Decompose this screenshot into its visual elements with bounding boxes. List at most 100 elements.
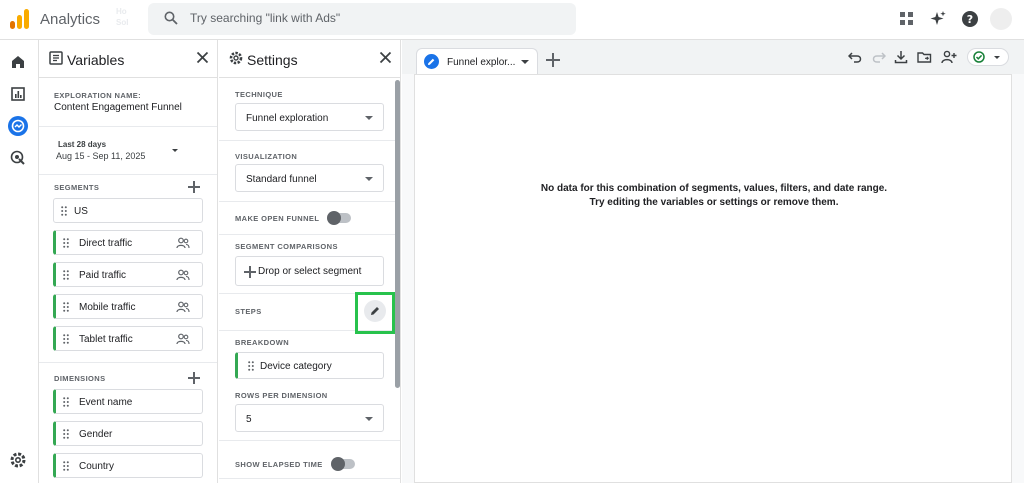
home-icon[interactable] — [8, 52, 28, 72]
segment-chip-direct-traffic[interactable]: Direct traffic — [53, 230, 203, 255]
date-range-label[interactable]: Last 28 days — [58, 140, 106, 149]
share-user-icon[interactable] — [941, 50, 957, 64]
breakdown-value: Device category — [260, 361, 332, 372]
user-segment-icon — [176, 333, 190, 345]
date-range-caret-icon[interactable] — [172, 149, 178, 152]
visualization-value: Standard funnel — [246, 174, 317, 185]
redo-icon[interactable] — [872, 50, 886, 64]
add-dimension-icon[interactable] — [188, 372, 200, 384]
chevron-down-icon — [365, 417, 373, 421]
technique-select[interactable]: Funnel exploration — [235, 103, 384, 131]
variables-header: Variables — [39, 40, 217, 78]
tab-funnel-exploration[interactable]: Funnel explor... — [416, 48, 538, 74]
user-segment-icon — [176, 269, 190, 281]
segment-chip-paid-traffic[interactable]: Paid traffic — [53, 262, 203, 287]
chevron-down-icon — [365, 116, 373, 120]
drag-handle-icon[interactable] — [63, 429, 69, 439]
chevron-down-icon — [994, 56, 1000, 59]
visualization-label: VISUALIZATION — [235, 152, 298, 161]
segment-chip-mobile-traffic[interactable]: Mobile traffic — [53, 294, 203, 319]
drag-handle-icon[interactable] — [63, 270, 69, 280]
tab-label: Funnel explor... — [447, 57, 516, 68]
variables-title: Variables — [67, 52, 125, 68]
add-segment-icon[interactable] — [188, 181, 200, 193]
advertising-icon[interactable] — [8, 148, 28, 168]
segment-chip-us[interactable]: US — [53, 198, 203, 223]
add-icon — [244, 266, 256, 278]
rows-per-dimension-select[interactable]: 5 — [235, 404, 384, 432]
analytics-logo-icon[interactable] — [10, 9, 30, 29]
open-funnel-toggle[interactable] — [327, 211, 351, 225]
status-check-icon — [973, 51, 985, 63]
search-icon — [164, 11, 178, 25]
steps-label: STEPS — [235, 307, 262, 316]
user-segment-icon — [176, 301, 190, 313]
dimensions-label: DIMENSIONS — [54, 374, 106, 383]
add-tab-icon[interactable] — [546, 53, 560, 67]
sparkle-icon[interactable] — [929, 10, 947, 28]
drag-handle-icon[interactable] — [61, 206, 67, 216]
settings-gear-icon — [229, 51, 243, 65]
exploration-canvas[interactable]: No data for this combination of segments… — [414, 74, 1012, 483]
segment-label: Tablet traffic — [79, 334, 133, 345]
close-variables-icon[interactable] — [196, 51, 209, 64]
apps-grid-icon[interactable] — [898, 10, 916, 28]
move-folder-icon[interactable] — [917, 50, 932, 64]
drag-handle-icon[interactable] — [63, 334, 69, 344]
tab-bar: Funnel explor... — [402, 40, 1024, 74]
show-elapsed-time-toggle[interactable] — [331, 457, 355, 471]
settings-scrollbar[interactable] — [395, 80, 400, 388]
drag-handle-icon[interactable] — [63, 302, 69, 312]
close-settings-icon[interactable] — [379, 51, 392, 64]
settings-title: Settings — [247, 52, 298, 68]
visualization-select[interactable]: Standard funnel — [235, 164, 384, 192]
segment-label: US — [74, 206, 88, 217]
undo-icon[interactable] — [848, 50, 862, 64]
status-check-button[interactable] — [967, 48, 1009, 66]
dimension-label: Event name — [79, 397, 133, 408]
download-icon[interactable] — [894, 50, 908, 64]
date-range-value[interactable]: Aug 15 - Sep 11, 2025 — [56, 151, 145, 161]
dimension-chip-gender[interactable]: Gender — [53, 421, 203, 446]
exploration-name-field[interactable]: Content Engagement Funnel — [54, 102, 182, 113]
app-title[interactable]: Analytics — [40, 11, 100, 28]
breakdown-label: BREAKDOWN — [235, 338, 290, 347]
variables-panel: Variables EXPLORATION NAME: Content Enga… — [38, 40, 218, 483]
variables-icon — [49, 51, 63, 65]
drag-handle-icon[interactable] — [248, 361, 254, 371]
chevron-down-icon — [365, 177, 373, 181]
svg-text:?: ? — [967, 13, 973, 26]
reports-icon[interactable] — [8, 84, 28, 104]
segment-drop-zone[interactable]: Drop or select segment — [235, 256, 384, 286]
dimension-label: Country — [79, 461, 115, 472]
dimension-chip-event-name[interactable]: Event name — [53, 389, 203, 414]
segment-chip-tablet-traffic[interactable]: Tablet traffic — [53, 326, 203, 351]
segments-label: SEGMENTS — [54, 183, 100, 192]
show-elapsed-time-label: SHOW ELAPSED TIME — [235, 460, 323, 469]
help-icon[interactable]: ? — [961, 10, 979, 28]
exploration-name-label: EXPLORATION NAME: — [54, 91, 142, 100]
open-funnel-label: MAKE OPEN FUNNEL — [235, 214, 320, 223]
dimension-chip-country[interactable]: Country — [53, 453, 203, 478]
account-selector-faint[interactable]: Ho Sol — [116, 6, 140, 28]
empty-state-hint: Try editing the variables or settings or… — [589, 197, 839, 208]
left-navigation-rail — [0, 40, 36, 483]
segment-label: Mobile traffic — [79, 302, 136, 313]
technique-label: TECHNIQUE — [235, 90, 283, 99]
account-avatar[interactable] — [990, 8, 1012, 30]
drag-handle-icon[interactable] — [63, 461, 69, 471]
explore-icon[interactable] — [8, 116, 28, 136]
drag-handle-icon[interactable] — [63, 397, 69, 407]
steps-edit-highlight — [355, 292, 395, 334]
segment-label: Paid traffic — [79, 270, 127, 281]
drag-handle-icon[interactable] — [63, 238, 69, 248]
segment-label: Direct traffic — [79, 238, 133, 249]
tab-menu-caret-icon[interactable] — [521, 60, 529, 64]
user-segment-icon — [176, 237, 190, 249]
segment-comparisons-label: SEGMENT COMPARISONS — [235, 242, 338, 251]
admin-gear-icon[interactable] — [8, 450, 28, 470]
search-placeholder[interactable]: Try searching "link with Ads" — [190, 11, 340, 25]
breakdown-chip[interactable]: Device category — [235, 352, 384, 379]
segment-drop-text: Drop or select segment — [258, 266, 362, 277]
exploration-canvas-area: Funnel explor... No data for this combin… — [402, 40, 1024, 483]
